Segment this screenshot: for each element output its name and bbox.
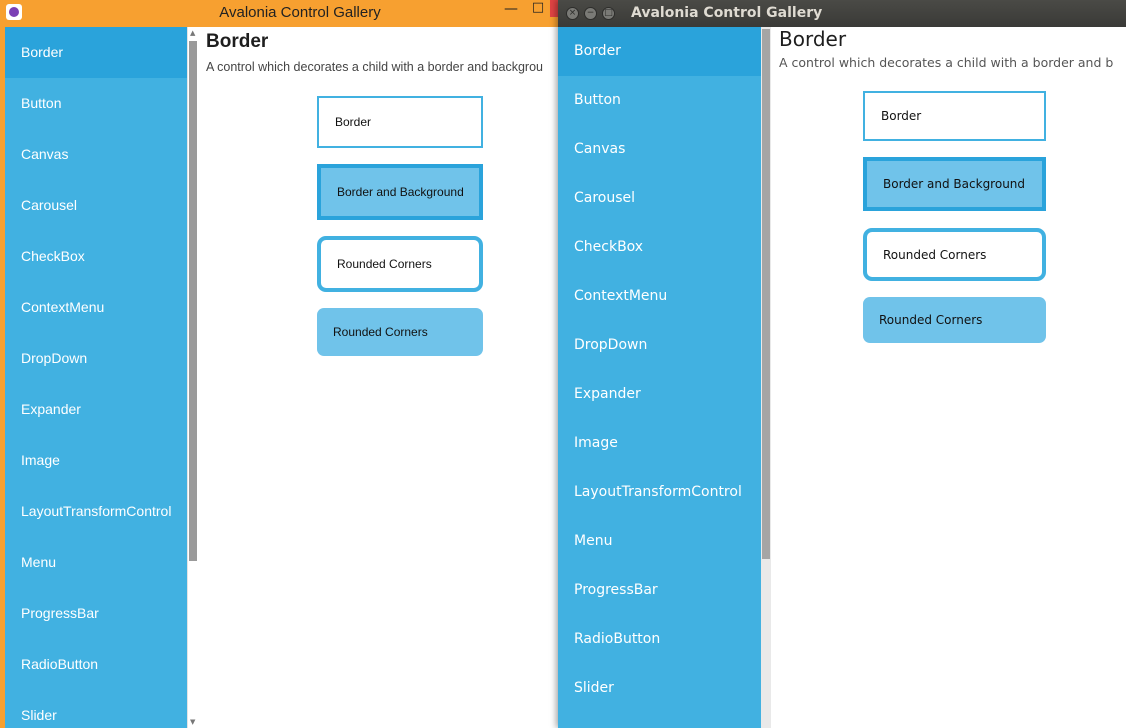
- sidebar-item-border[interactable]: Border: [5, 27, 187, 78]
- demo-border: Border: [317, 96, 483, 148]
- title-bar[interactable]: × − □ Avalonia Control Gallery: [558, 0, 1126, 27]
- sidebar-item-radiobutton[interactable]: RadioButton: [5, 639, 187, 690]
- gallery-window-ubuntu: × − □ Avalonia Control Gallery Border Bu…: [558, 0, 1126, 728]
- demo-border-background-label: Border and Background: [337, 185, 464, 199]
- sidebar-item-expander[interactable]: Expander: [558, 370, 761, 419]
- content-area: Border A control which decorates a child…: [206, 27, 560, 728]
- sidebar-item-radiobutton[interactable]: RadioButton: [558, 615, 761, 664]
- demo-border-label: Border: [881, 109, 922, 123]
- sidebar-item-checkbox[interactable]: CheckBox: [558, 223, 761, 272]
- scroll-thumb[interactable]: [762, 29, 770, 559]
- sidebar-item-carousel[interactable]: Carousel: [558, 174, 761, 223]
- sidebar-item-slider[interactable]: Slider: [558, 664, 761, 713]
- scroll-thumb[interactable]: [189, 41, 197, 561]
- scroll-up-icon[interactable]: ▲: [190, 29, 195, 37]
- page-description: A control which decorates a child with a…: [206, 60, 543, 74]
- gallery-window-windows: Avalonia Control Gallery — □ Border Butt…: [0, 0, 565, 728]
- sidebar-item-contextmenu[interactable]: ContextMenu: [558, 272, 761, 321]
- sidebar-item-contextmenu[interactable]: ContextMenu: [5, 282, 187, 333]
- sidebar: Border Button Canvas Carousel CheckBox C…: [558, 27, 761, 728]
- sidebar-item-canvas[interactable]: Canvas: [558, 125, 761, 174]
- sidebar-item-progressbar[interactable]: ProgressBar: [5, 588, 187, 639]
- demo-border-background: Border and Background: [317, 164, 483, 220]
- maximize-button[interactable]: □: [529, 0, 547, 24]
- title-bar[interactable]: Avalonia Control Gallery — □: [0, 0, 565, 27]
- sidebar-item-expander[interactable]: Expander: [5, 384, 187, 435]
- demo-rounded-corners: Rounded Corners: [317, 236, 483, 292]
- sidebar-item-button[interactable]: Button: [558, 76, 761, 125]
- demo-rounded-corners-background: Rounded Corners: [317, 308, 483, 356]
- sidebar-item-menu[interactable]: Menu: [558, 517, 761, 566]
- window-title: Avalonia Control Gallery: [631, 5, 823, 21]
- sidebar-scrollbar[interactable]: ▲ ▼: [187, 27, 198, 728]
- demo-rounded-corners-background: Rounded Corners: [863, 297, 1046, 343]
- sidebar-item-layouttransformcontrol[interactable]: LayoutTransformControl: [5, 486, 187, 537]
- demo-rounded-corners-label: Rounded Corners: [337, 257, 432, 271]
- sidebar-item-image[interactable]: Image: [558, 419, 761, 468]
- sidebar-item-button[interactable]: Button: [5, 78, 187, 129]
- content-area: Border A control which decorates a child…: [779, 27, 1126, 728]
- page-title: Border: [779, 27, 847, 51]
- sidebar-item-canvas[interactable]: Canvas: [5, 129, 187, 180]
- demo-border-background: Border and Background: [863, 157, 1046, 211]
- demo-rounded-corners-background-label: Rounded Corners: [879, 313, 983, 327]
- demo-border-background-label: Border and Background: [883, 177, 1026, 191]
- minimize-button[interactable]: −: [584, 7, 597, 20]
- demo-border-label: Border: [335, 115, 372, 129]
- sidebar-item-layouttransformcontrol[interactable]: LayoutTransformControl: [558, 468, 761, 517]
- minimize-button[interactable]: —: [500, 0, 522, 24]
- sidebar-scrollbar[interactable]: [761, 27, 771, 728]
- page-description: A control which decorates a child with a…: [779, 55, 1114, 70]
- demo-rounded-corners-label: Rounded Corners: [883, 247, 987, 262]
- close-button[interactable]: ×: [566, 7, 579, 20]
- sidebar-item-dropdown[interactable]: DropDown: [5, 333, 187, 384]
- sidebar-item-carousel[interactable]: Carousel: [5, 180, 187, 231]
- sidebar-item-menu[interactable]: Menu: [5, 537, 187, 588]
- sidebar-item-progressbar[interactable]: ProgressBar: [558, 566, 761, 615]
- maximize-button[interactable]: □: [602, 7, 615, 20]
- scroll-down-icon[interactable]: ▼: [190, 718, 195, 726]
- sidebar-item-border[interactable]: Border: [558, 27, 761, 76]
- demo-rounded-corners-background-label: Rounded Corners: [333, 325, 428, 339]
- demo-rounded-corners: Rounded Corners: [863, 228, 1046, 281]
- sidebar-item-slider[interactable]: Slider: [5, 690, 187, 728]
- sidebar-item-checkbox[interactable]: CheckBox: [5, 231, 187, 282]
- sidebar-item-dropdown[interactable]: DropDown: [558, 321, 761, 370]
- page-title: Border: [206, 31, 269, 52]
- demo-border: Border: [863, 91, 1046, 141]
- sidebar: Border Button Canvas Carousel CheckBox C…: [5, 27, 187, 728]
- sidebar-item-image[interactable]: Image: [5, 435, 187, 486]
